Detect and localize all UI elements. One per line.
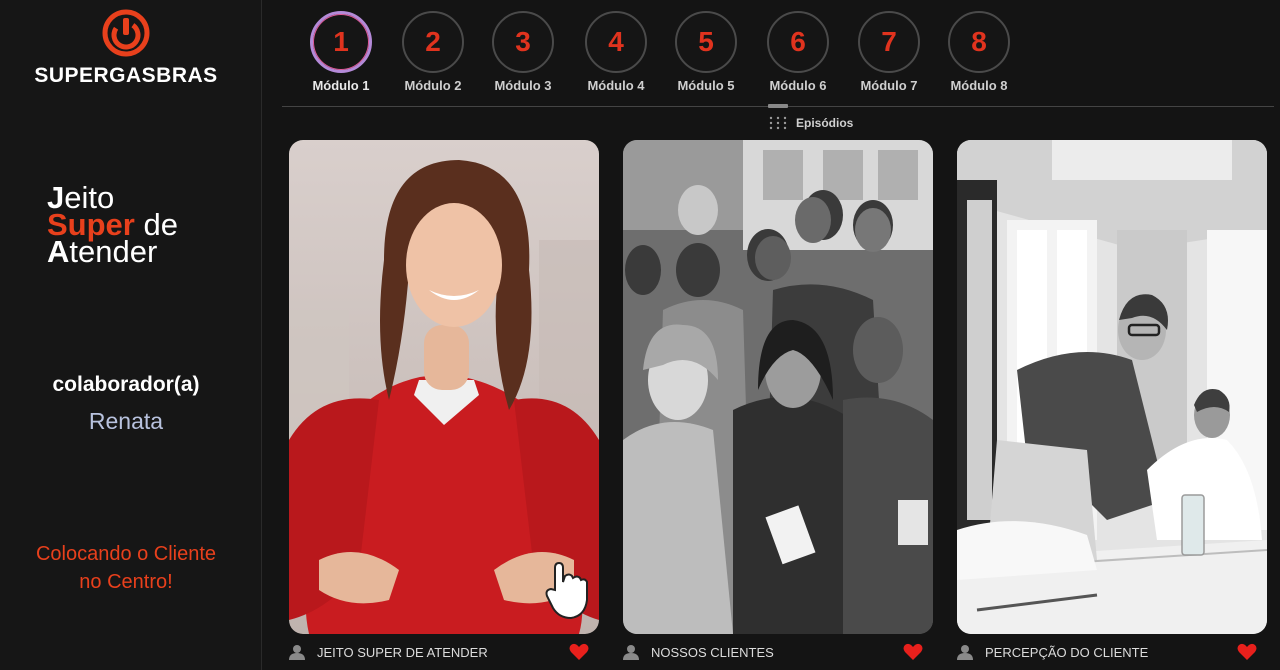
heart-icon[interactable] xyxy=(1237,643,1257,661)
main-content: 1 Módulo 1 2 Módulo 2 3 Módulo 3 4 Módul… xyxy=(262,0,1280,670)
module-number-circle: 7 xyxy=(858,11,920,73)
episode-caption-2: NOSSOS CLIENTES xyxy=(623,638,933,666)
module-number-circle: 5 xyxy=(675,11,737,73)
slogan: Colocando o Cliente no Centro! xyxy=(0,540,252,596)
brand-name: SUPERGASBRAS xyxy=(34,64,218,87)
episode-thumbnail-office-meeting xyxy=(957,140,1267,634)
episode-caption-1: JEITO SUPER DE ATENDER xyxy=(289,638,599,666)
episode-caption-3: PERCEPÇÃO DO CLIENTE xyxy=(957,638,1267,666)
module-label: Módulo 4 xyxy=(587,78,645,93)
grid-dots-icon xyxy=(769,116,787,130)
module-number-circle: 1 xyxy=(310,11,372,73)
collaborator-role-label: colaborador(a) xyxy=(52,373,200,396)
episode-card-3[interactable] xyxy=(957,140,1267,634)
module-label: Módulo 6 xyxy=(769,78,827,93)
tagline-jeito-super-de-atender: Jeito Super de Atender xyxy=(47,182,247,267)
episode-title: NOSSOS CLIENTES xyxy=(651,644,774,660)
user-icon xyxy=(957,645,973,660)
app-root: SUPERGASBRAS Jeito Super de Atender cola… xyxy=(0,0,1280,670)
episode-thumbnail-woman-red-sweater xyxy=(289,140,599,634)
slogan-line-1: Colocando o Cliente xyxy=(35,543,217,565)
module-tab-6[interactable]: 6 Módulo 6 xyxy=(758,11,838,93)
user-icon xyxy=(289,645,305,660)
module-tab-5[interactable]: 5 Módulo 5 xyxy=(666,11,746,93)
tagline-line-3: Atender xyxy=(47,236,247,267)
collaborator-name: Renata xyxy=(88,408,164,434)
episode-title: PERCEPÇÃO DO CLIENTE xyxy=(985,644,1149,660)
episodes-toggle[interactable]: Episódios xyxy=(768,114,853,132)
brand-logo[interactable]: SUPERGASBRAS xyxy=(0,8,252,88)
episodes-label: Episódios xyxy=(796,116,854,130)
module-label: Módulo 5 xyxy=(677,78,735,93)
module-tab-2[interactable]: 2 Módulo 2 xyxy=(393,11,473,93)
module-nav: 1 Módulo 1 2 Módulo 2 3 Módulo 3 4 Módul… xyxy=(262,0,1280,106)
episodes-drawer-handle[interactable] xyxy=(768,104,788,108)
heart-icon[interactable] xyxy=(569,643,589,661)
episode-thumbnail-group-of-people xyxy=(623,140,933,634)
module-label: Módulo 8 xyxy=(950,78,1008,93)
sidebar: SUPERGASBRAS Jeito Super de Atender cola… xyxy=(0,0,262,670)
module-label: Módulo 3 xyxy=(494,78,552,93)
power-icon xyxy=(102,9,150,57)
episode-card-1[interactable] xyxy=(289,140,599,634)
module-label: Módulo 1 xyxy=(312,78,370,93)
module-tab-3[interactable]: 3 Módulo 3 xyxy=(483,11,563,93)
module-tab-8[interactable]: 8 Módulo 8 xyxy=(939,11,1019,93)
module-number-circle: 6 xyxy=(767,11,829,73)
module-label: Módulo 2 xyxy=(404,78,462,93)
tagline-rest-tender: tender xyxy=(69,234,158,269)
module-tab-1[interactable]: 1 Módulo 1 xyxy=(301,11,381,93)
tagline-cap-a: A xyxy=(47,234,70,269)
episode-card-2[interactable] xyxy=(623,140,933,634)
slogan-line-2: no Centro! xyxy=(79,571,173,593)
module-label: Módulo 7 xyxy=(860,78,918,93)
user-icon xyxy=(623,645,639,660)
module-tab-4[interactable]: 4 Módulo 4 xyxy=(576,11,656,93)
module-number-circle: 8 xyxy=(948,11,1010,73)
module-number-circle: 4 xyxy=(585,11,647,73)
module-tab-7[interactable]: 7 Módulo 7 xyxy=(849,11,929,93)
module-number-circle: 2 xyxy=(402,11,464,73)
module-number-circle: 3 xyxy=(492,11,554,73)
episode-title: JEITO SUPER DE ATENDER xyxy=(317,644,488,660)
heart-icon[interactable] xyxy=(903,643,923,661)
